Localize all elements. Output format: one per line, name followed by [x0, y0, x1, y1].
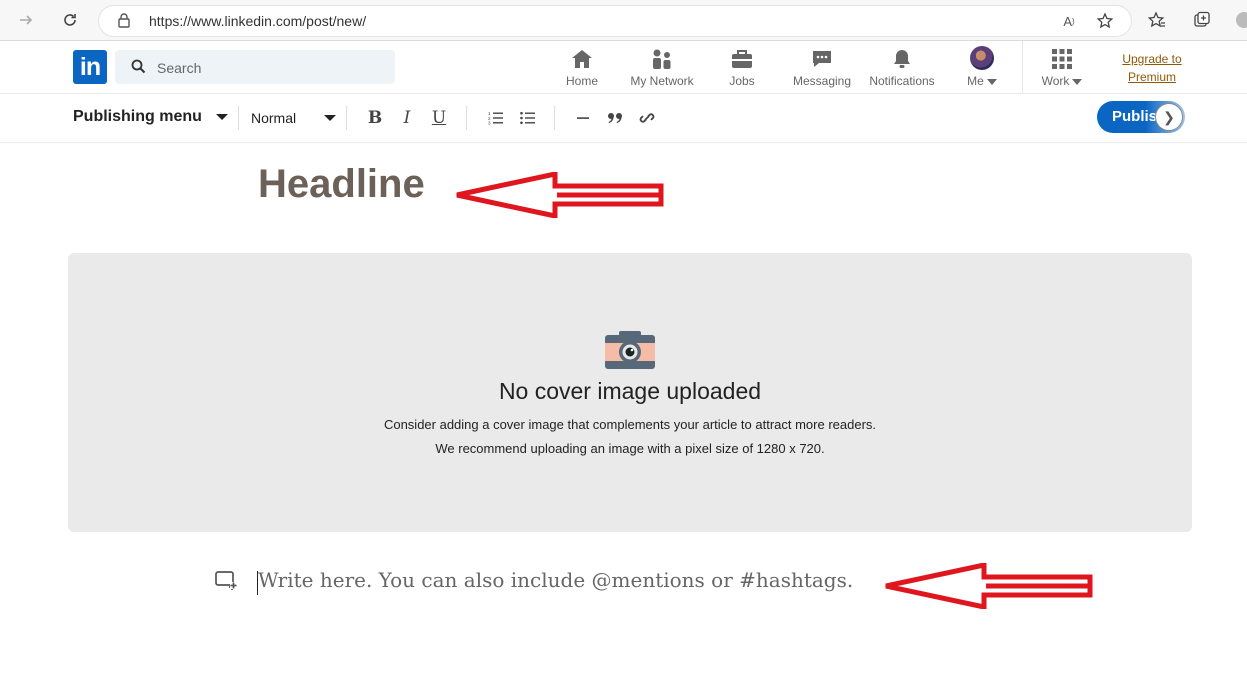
nav-label: Home	[565, 74, 598, 88]
nav-label: Me	[967, 74, 984, 88]
chevron-down-icon	[1072, 78, 1083, 85]
nav-me[interactable]: Me	[962, 46, 1002, 90]
avatar	[970, 46, 994, 70]
divider	[238, 106, 239, 130]
numbered-list-icon[interactable]: 123	[485, 107, 507, 129]
editor-toolbar: Publishing menu Normal B I U 123 Publish…	[0, 94, 1247, 143]
browser-toolbar: https://www.linkedin.com/post/new/ A)	[0, 0, 1247, 41]
briefcase-icon	[730, 46, 754, 70]
link-icon[interactable]	[636, 107, 658, 129]
text-style-select[interactable]: Normal	[251, 110, 337, 126]
search-input[interactable]	[155, 57, 379, 79]
article-body-input[interactable]: Write here. You can also include @mentio…	[256, 568, 853, 595]
divider	[466, 106, 467, 130]
nav-label: Messaging	[792, 74, 852, 88]
nav-notifications[interactable]: Notifications	[867, 46, 937, 90]
network-icon	[650, 46, 674, 70]
cover-title: No cover image uploaded	[498, 378, 762, 404]
nav-messaging[interactable]: Messaging	[792, 46, 852, 90]
nav-label: Notifications	[869, 74, 935, 88]
add-favorite-icon[interactable]	[1093, 9, 1117, 33]
chevron-down-icon	[215, 114, 228, 120]
forward-icon[interactable]	[14, 8, 38, 32]
nav-jobs[interactable]: Jobs	[722, 46, 762, 90]
divider	[346, 106, 347, 130]
italic-button[interactable]: I	[396, 107, 418, 129]
nav-label: Work	[1041, 74, 1070, 88]
chevron-down-icon	[324, 115, 337, 121]
annotation-arrow	[456, 172, 664, 218]
divider	[1022, 41, 1023, 93]
chevron-right-icon[interactable]: ❯	[1155, 103, 1183, 131]
search-box[interactable]	[115, 50, 395, 84]
svg-text:3: 3	[488, 121, 491, 125]
linkedin-logo[interactable]: in	[73, 50, 107, 84]
bold-button[interactable]: B	[364, 107, 386, 129]
headline-input[interactable]: Headline	[258, 162, 425, 207]
collections-icon[interactable]	[1190, 8, 1214, 32]
camera-icon	[605, 331, 655, 369]
cover-image-upload[interactable]: No cover image uploaded Consider adding …	[68, 253, 1192, 532]
url-text: https://www.linkedin.com/post/new/	[149, 13, 367, 29]
divider-line-icon[interactable]	[572, 107, 594, 129]
nav-home[interactable]: Home	[562, 46, 602, 90]
annotation-arrow	[885, 563, 1093, 609]
bullet-list-icon[interactable]	[517, 107, 539, 129]
underline-button[interactable]: U	[428, 107, 450, 129]
cover-hint: We recommend uploading an image with a p…	[435, 441, 825, 456]
profile-icon[interactable]	[1232, 8, 1247, 32]
linkedin-header: in Home My Network Jobs Messaging Notif	[0, 41, 1247, 94]
message-icon	[810, 46, 834, 70]
nav-label: My Network	[630, 74, 694, 88]
bell-icon	[890, 46, 914, 70]
favorites-icon[interactable]	[1145, 8, 1169, 32]
search-icon	[131, 59, 146, 79]
upgrade-premium-link[interactable]: Upgrade to Premium	[1112, 50, 1192, 86]
grid-icon	[1051, 46, 1073, 70]
quote-icon[interactable]	[604, 107, 626, 129]
add-media-icon[interactable]	[215, 570, 239, 595]
divider	[554, 106, 555, 130]
read-aloud-icon[interactable]: A)	[1057, 9, 1081, 33]
reload-icon[interactable]	[58, 8, 82, 32]
nav-my-network[interactable]: My Network	[627, 46, 697, 90]
chevron-down-icon	[986, 78, 997, 85]
publishing-menu[interactable]: Publishing menu	[73, 108, 228, 126]
lock-icon	[117, 12, 131, 33]
cover-hint: Consider adding a cover image that compl…	[383, 417, 877, 432]
nav-label: Jobs	[729, 74, 755, 88]
nav-work[interactable]: Work	[1037, 46, 1087, 90]
home-icon	[570, 46, 594, 70]
address-bar[interactable]: https://www.linkedin.com/post/new/ A)	[98, 5, 1132, 37]
